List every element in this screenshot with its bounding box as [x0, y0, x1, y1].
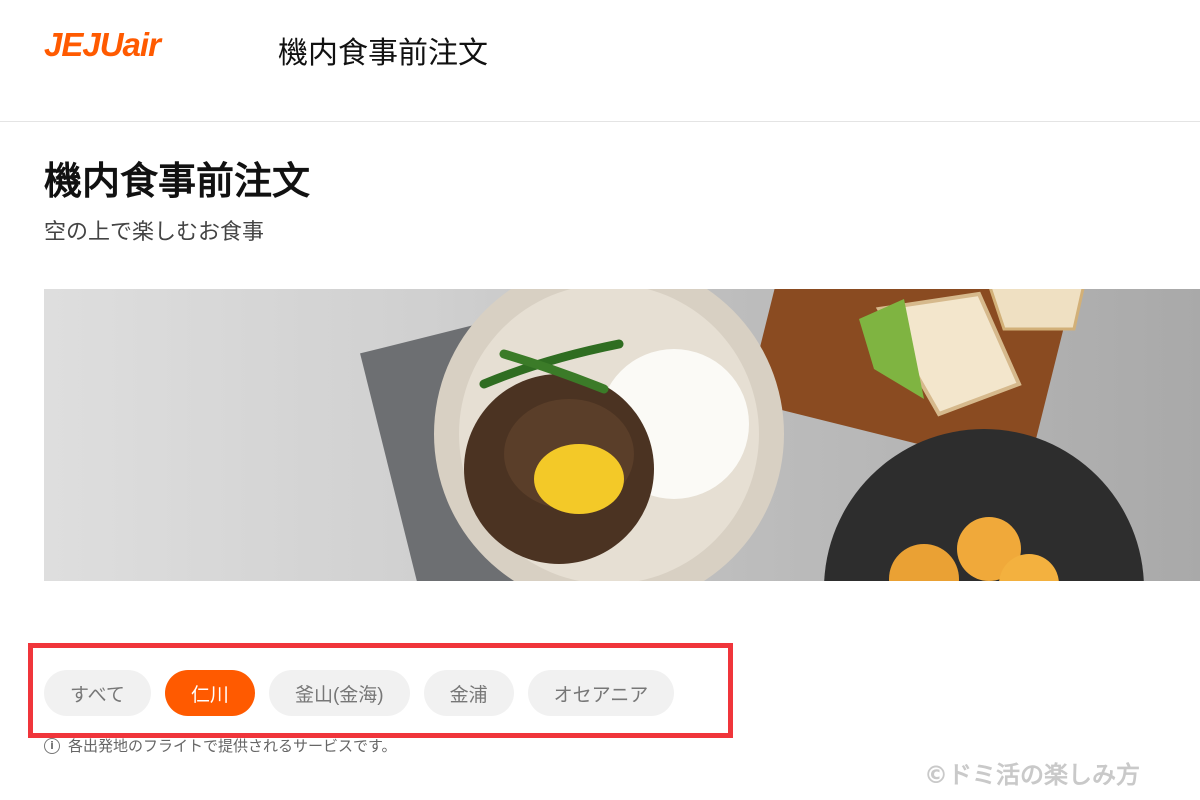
- jejuair-logo[interactable]: JEJUair: [44, 26, 161, 64]
- filter-chip-oceania[interactable]: オセアニア: [527, 670, 675, 716]
- sandwich-top-shape: [989, 289, 1085, 331]
- watermark-text: ©ドミ活の楽しみ方: [924, 761, 1140, 789]
- info-icon: i: [44, 737, 60, 754]
- top-header: JEJUair 機内食事前注文: [0, 0, 1200, 122]
- filter-chip-gimpo[interactable]: 金浦: [423, 670, 514, 716]
- egg-strip-shape: [534, 444, 624, 514]
- header-title: 機内食事前注文: [278, 36, 488, 71]
- filter-chip-incheon[interactable]: 仁川: [164, 670, 255, 716]
- departure-notice: i 各出発地のフライトで提供されるサービスです。: [44, 735, 397, 756]
- departure-filter-chips: すべて 仁川 釜山(金海) 金浦 オセアニア: [44, 670, 675, 716]
- filter-chip-busan[interactable]: 釜山(金海): [268, 670, 410, 716]
- notice-text: 各出発地のフライトで提供されるサービスです。: [68, 737, 397, 755]
- filter-chip-all[interactable]: すべて: [44, 670, 151, 716]
- page-title: 機内食事前注文: [44, 159, 311, 203]
- page-subtitle: 空の上で楽しむお食事: [44, 220, 265, 245]
- hero-food-image: [44, 289, 1200, 581]
